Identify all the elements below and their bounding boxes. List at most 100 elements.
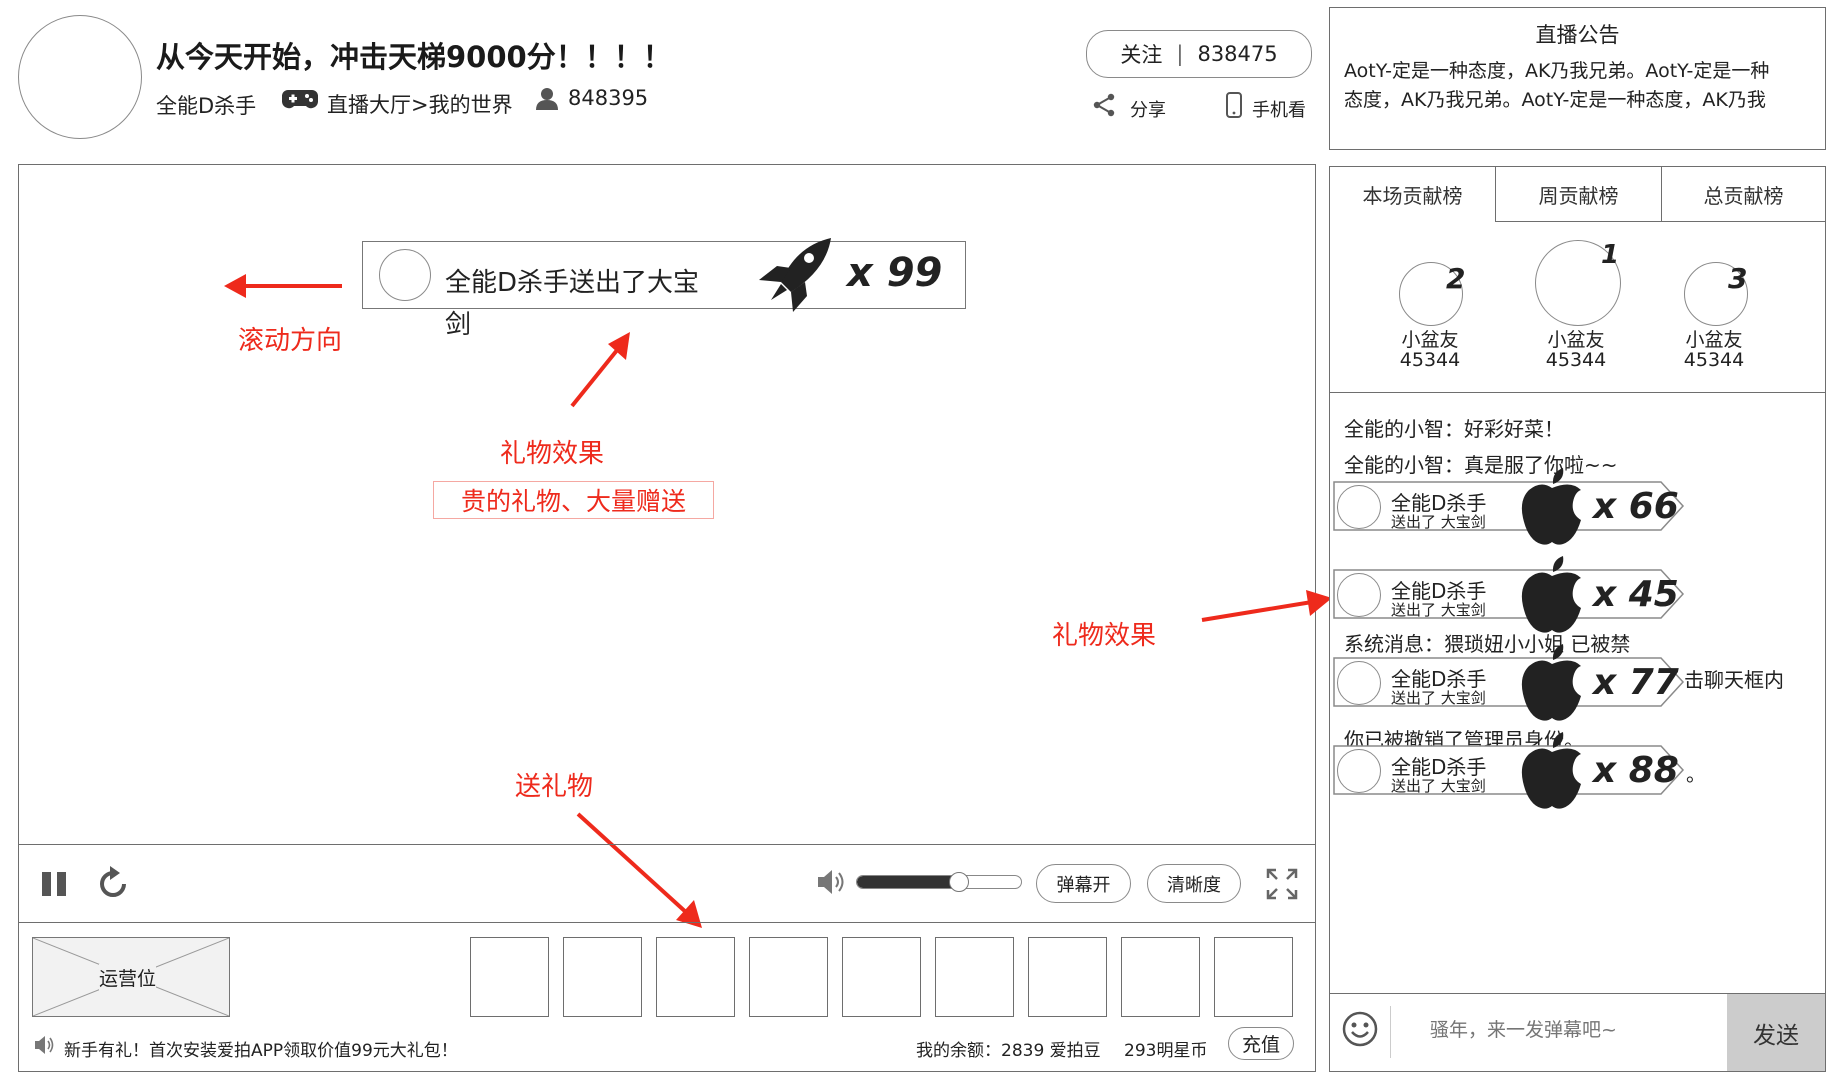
mobile-icon[interactable] (1226, 92, 1242, 122)
follow-divider: | (1176, 42, 1184, 66)
tab-total-label: 总贡献榜 (1703, 183, 1784, 208)
chat-gift-message: 全能D杀手 送出了 大宝剑 x 88 (1331, 732, 1686, 809)
tab-weekly-ranking[interactable]: 周贡献榜 (1495, 167, 1661, 222)
danmaku-toggle-button[interactable]: 弹幕开 (1036, 864, 1131, 903)
speaker-icon (34, 1035, 56, 1059)
chat-gift-action: 送出了 大宝剑 (1391, 513, 1486, 531)
player-control-bar (18, 844, 1316, 845)
rocket-icon (751, 238, 837, 320)
balance-text: 我的余额：2839 爱拍豆 (916, 1041, 1101, 1061)
apple-icon (1519, 554, 1585, 638)
fullscreen-icon[interactable] (1266, 868, 1298, 904)
gift-effect-right-label: 礼物效果 (1052, 621, 1157, 651)
streamer-name[interactable]: 全能D杀手 (156, 90, 256, 120)
arrow-down-annotation (570, 806, 706, 934)
ranking-divider (1329, 392, 1826, 393)
chat-gift-avatar (1337, 485, 1381, 529)
send-gift-label: 送礼物 (515, 772, 594, 802)
gift-slot[interactable] (1121, 937, 1200, 1017)
gift-slot[interactable] (749, 937, 828, 1017)
apple-icon (1519, 466, 1585, 550)
send-button[interactable]: 发送 (1727, 994, 1825, 1071)
tab-total-ranking[interactable]: 总贡献榜 (1661, 167, 1825, 222)
ad-slot-label: 运营位 (99, 964, 157, 991)
arrow-left-annotation (222, 268, 346, 308)
viewer-icon (536, 86, 558, 116)
arrow-up-annotation (562, 330, 636, 414)
quality-label: 清晰度 (1167, 874, 1221, 896)
volume-fill (857, 876, 959, 888)
viewer-count: 848395 (568, 86, 649, 110)
tab-weekly-label: 周贡献榜 (1538, 183, 1619, 208)
chat-gift-count: x 66 (1593, 486, 1679, 527)
gift-slot[interactable] (563, 937, 642, 1017)
chat-message: 全能的小智：好彩好菜！ (1344, 417, 1564, 441)
follow-label: 关注 (1120, 43, 1163, 67)
rank-score-3: 45344 (1683, 349, 1745, 371)
pause-icon[interactable] (40, 870, 68, 902)
rank-name-2: 小盆友 (1401, 329, 1459, 351)
announcement-line-1: AotY-定是一种态度，AK乃我兄弟。AotY-定是一种 (1344, 60, 1770, 82)
chat-gift-message: 全能D杀手 送出了 大宝剑 x 66 (1331, 468, 1686, 545)
tab-current-label: 本场贡献榜 (1362, 184, 1463, 208)
chat-gift-action: 送出了 大宝剑 (1391, 601, 1486, 619)
chat-gift-count: x 77 (1593, 662, 1679, 703)
chat-message: 。 (1686, 762, 1706, 786)
recharge-button[interactable]: 充值 (1228, 1027, 1294, 1060)
gift-slot[interactable] (842, 937, 921, 1017)
gift-slot[interactable] (470, 937, 549, 1017)
gift-banner-text-wrap: 剑 (445, 310, 472, 340)
gift-banner-text: 全能D杀手送出了大宝 (445, 268, 700, 298)
chat-gift-avatar (1337, 661, 1381, 705)
ad-slot[interactable]: 运营位 (32, 937, 230, 1017)
recharge-label: 充值 (1241, 1034, 1280, 1056)
follow-button[interactable]: 关注 | 838475 (1086, 30, 1312, 78)
gamepad-icon (282, 88, 318, 114)
send-label: 发送 (1753, 1022, 1799, 1049)
rank-badge-2: 2 (1446, 262, 1466, 295)
chat-gift-message: 全能D杀手 送出了 大宝剑 x 45 (1331, 556, 1686, 633)
rank-score-1: 45344 (1545, 349, 1607, 371)
share-icon[interactable] (1092, 93, 1116, 121)
scroll-direction-label: 滚动方向 (238, 326, 343, 356)
arrow-right-annotation (1200, 586, 1334, 630)
mobile-label[interactable]: 手机看 (1252, 96, 1306, 122)
gift-effect-note-text: 贵的礼物、大量赠送 (460, 487, 686, 516)
danmaku-label: 弹幕开 (1056, 874, 1111, 896)
follow-count: 838475 (1197, 42, 1278, 66)
volume-icon[interactable] (816, 868, 846, 900)
chat-gift-action: 送出了 大宝剑 (1391, 689, 1486, 707)
star-coin-text: 293明星币 (1124, 1041, 1208, 1061)
gift-banner-avatar (379, 249, 431, 301)
announcement-line-2: 态度，AK乃我兄弟。AotY-定是一种态度，AK乃我 (1344, 89, 1766, 111)
volume-knob[interactable] (948, 872, 969, 892)
gift-effect-note: 贵的礼物、大量赠送 (433, 481, 714, 519)
newbie-notice[interactable]: 新手有礼！首次安装爱拍APP领取价值99元大礼包！ (64, 1036, 458, 1061)
gift-slot[interactable] (935, 937, 1014, 1017)
refresh-icon[interactable] (96, 866, 130, 904)
rank-badge-1: 1 (1601, 240, 1620, 270)
chat-input[interactable] (1400, 1002, 1720, 1058)
gift-slot[interactable] (1214, 937, 1293, 1017)
tab-current-ranking[interactable]: 本场贡献榜 (1330, 167, 1495, 222)
gift-effect-label: 礼物效果 (500, 439, 605, 469)
apple-icon (1519, 730, 1585, 814)
quality-button[interactable]: 清晰度 (1147, 864, 1241, 903)
gift-slot[interactable] (1028, 937, 1107, 1017)
streamer-avatar[interactable] (18, 15, 142, 139)
stream-title: 从今天开始，冲击天梯9000分！！！！ (156, 40, 672, 74)
apple-icon (1519, 642, 1585, 726)
chat-gift-avatar (1337, 749, 1381, 793)
chat-gift-action: 送出了 大宝剑 (1391, 777, 1486, 795)
rank-name-1: 小盆友 (1547, 329, 1605, 351)
chat-gift-count: x 88 (1593, 750, 1679, 791)
volume-slider[interactable] (856, 875, 1022, 889)
chat-gift-count: x 45 (1593, 574, 1679, 615)
emoji-divider (1390, 1006, 1391, 1058)
share-label[interactable]: 分享 (1130, 96, 1166, 122)
chat-message: 系统消息：猥琐妞小小姐 已被禁 (1344, 632, 1631, 656)
gift-slot[interactable] (656, 937, 735, 1017)
emoji-icon[interactable] (1342, 1011, 1378, 1051)
category-breadcrumb[interactable]: 直播大厅>我的世界 (327, 89, 513, 119)
gift-banner: 全能D杀手送出了大宝 剑 x 99 (362, 238, 966, 340)
